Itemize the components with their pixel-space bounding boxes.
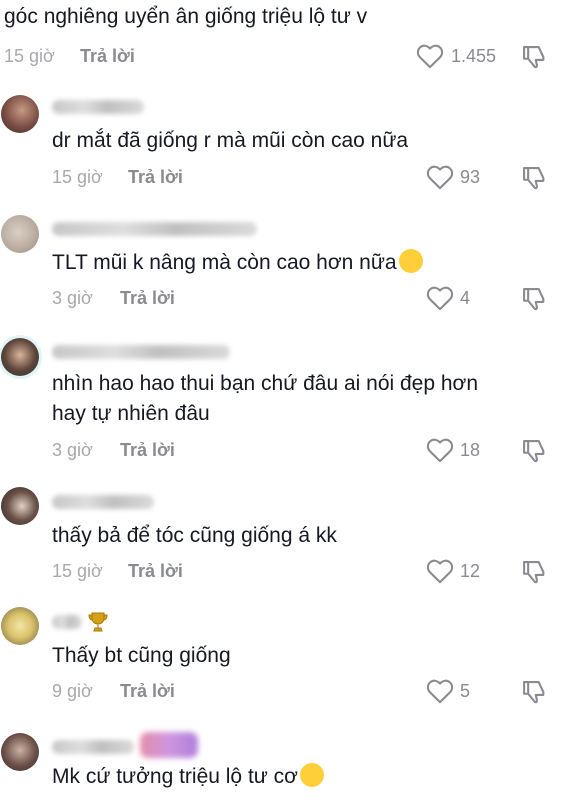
heart-icon [426, 438, 454, 463]
avatar[interactable] [1, 607, 39, 645]
username-blurred[interactable] [52, 100, 144, 114]
comment-time: 3 giờ [52, 440, 93, 460]
comment-text: thấy bả để tóc cũng giống á kk [52, 524, 337, 547]
thumbs-down-icon [523, 167, 545, 190]
like-button[interactable] [426, 285, 454, 311]
thumbs-down-icon [523, 561, 545, 584]
comment-time: 15 giờ [52, 561, 103, 581]
like-count: 1.455 [451, 46, 497, 66]
like-button[interactable] [426, 558, 454, 584]
thumbs-down-icon [523, 681, 545, 704]
comment-text: góc nghiêng uyển ân giống triệu lộ tư v [4, 5, 368, 28]
dislike-button[interactable] [520, 558, 548, 586]
comment-text: dr mắt đã giống r mà mũi còn cao nữa [52, 129, 409, 152]
heart-icon [426, 165, 454, 190]
heart-icon [426, 559, 454, 584]
avatar[interactable] [1, 95, 39, 133]
laughing-tears-emoji-icon [299, 763, 324, 787]
comment-time: 15 giờ [52, 167, 103, 187]
heart-icon [416, 44, 444, 69]
reply-button[interactable]: Trả lời [128, 167, 183, 188]
like-button[interactable] [426, 678, 454, 704]
like-button[interactable] [426, 164, 454, 190]
comment-text: TLT mũi k nâng mà còn cao hơn nữa [52, 248, 423, 278]
comment-time: 15 giờ [4, 46, 55, 66]
like-button[interactable] [426, 437, 454, 463]
comment-text: Mk cứ tưởng triệu lộ tư cơ [52, 762, 324, 792]
like-button[interactable] [416, 43, 444, 69]
reply-button[interactable]: Trả lời [120, 440, 175, 461]
reply-button[interactable]: Trả lời [120, 288, 175, 309]
comment-time: 3 giờ [52, 288, 93, 308]
dislike-button[interactable] [520, 437, 548, 465]
username-blurred[interactable] [52, 740, 134, 754]
comment-text: Thấy bt cũng giống [52, 644, 231, 667]
avatar[interactable] [1, 215, 39, 253]
username-blurred[interactable] [52, 495, 154, 509]
dislike-button[interactable] [520, 285, 548, 313]
reply-button[interactable]: Trả lời [128, 561, 183, 582]
comment-text-line1: nhìn hao hao thui bạn chứ đâu ai nói đẹp… [52, 372, 478, 395]
username-blurred[interactable] [52, 345, 230, 359]
reply-button[interactable]: Trả lời [120, 681, 175, 702]
like-count: 5 [460, 681, 471, 701]
thumbs-down-icon [523, 440, 545, 463]
comment-time: 9 giờ [52, 681, 93, 701]
comment-text-line2: hay tự nhiên đâu [52, 402, 210, 425]
like-count: 12 [460, 561, 481, 581]
thumbs-down-icon [523, 288, 545, 311]
thumbs-down-icon [523, 46, 545, 69]
avatar[interactable] [1, 338, 39, 376]
like-count: 93 [460, 167, 481, 187]
heart-icon [426, 679, 454, 704]
like-count: 18 [460, 440, 481, 460]
avatar[interactable] [1, 733, 39, 771]
username-blurred[interactable] [52, 615, 82, 629]
grinning-sweat-emoji-icon [398, 249, 423, 273]
username-blurred[interactable] [52, 222, 257, 236]
dislike-button[interactable] [520, 43, 548, 71]
like-count: 4 [460, 288, 471, 308]
avatar[interactable] [1, 487, 39, 525]
badge-blurred [140, 732, 198, 758]
dislike-button[interactable] [520, 164, 548, 192]
trophy-badge-icon [86, 610, 110, 634]
heart-icon [426, 286, 454, 311]
reply-button[interactable]: Trả lời [80, 46, 135, 67]
dislike-button[interactable] [520, 678, 548, 706]
